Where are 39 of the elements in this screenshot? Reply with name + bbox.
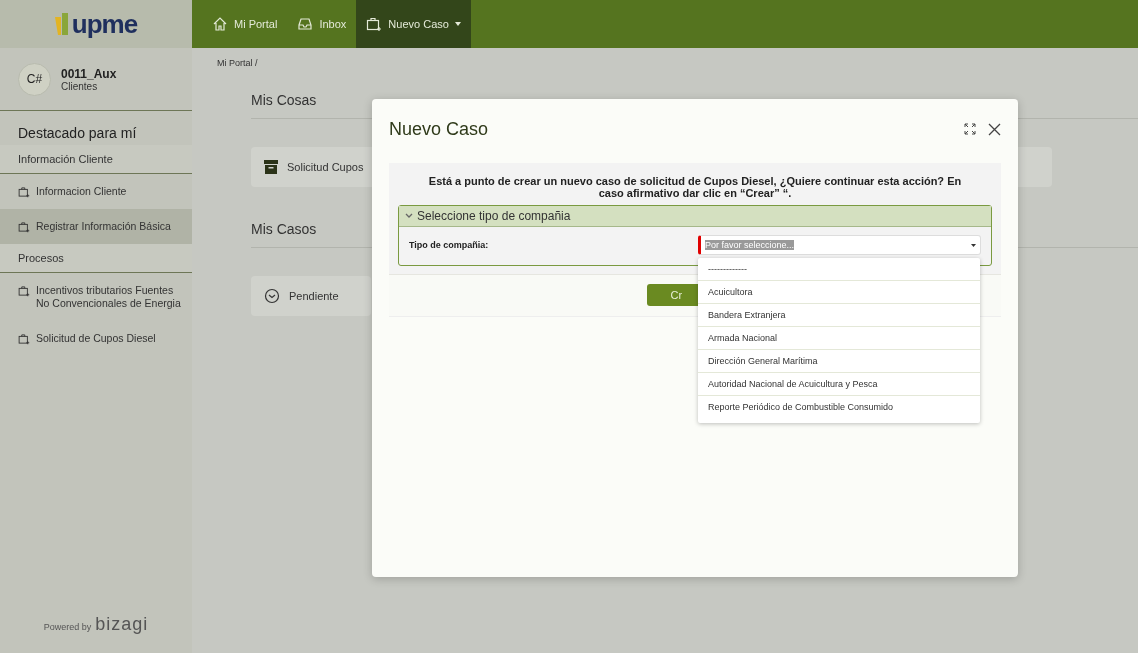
caret-icon	[454, 22, 461, 26]
briefcase-plus-icon	[18, 333, 30, 345]
dropdown-option[interactable]: -------------	[698, 258, 980, 281]
briefcase-plus-icon	[366, 16, 383, 32]
dropdown-option[interactable]: Armada Nacional	[698, 327, 980, 350]
archive-icon	[264, 160, 278, 174]
user-avatar: C#	[18, 62, 51, 96]
dropdown-option[interactable]: Reporte Periódico de Combustible Consumido	[698, 396, 980, 418]
user-role: Clientes	[61, 80, 99, 92]
field-label: Tipo de compañia:	[409, 240, 489, 250]
nav-tab[interactable]: Mi Portal	[202, 0, 288, 48]
inbox-icon	[297, 16, 314, 32]
clock-icon	[264, 288, 280, 304]
sidebar-item[interactable]: Registrar Información Básica	[0, 209, 192, 244]
close-icon[interactable]	[988, 122, 1001, 136]
caret-icon	[971, 243, 976, 247]
dropdown-option[interactable]: Acuicultora	[698, 281, 980, 304]
briefcase-plus-icon	[18, 186, 30, 198]
case-card[interactable]: Pendiente	[251, 276, 371, 316]
section-subtitle: Información Cliente	[0, 145, 192, 174]
section-subtitle: Procesos	[0, 244, 192, 273]
upme-logo: upme	[54, 8, 138, 40]
breadcrumb[interactable]: Mi Portal /	[217, 58, 1138, 68]
user-name: 0011_Aux	[61, 66, 117, 81]
dropdown-option[interactable]: Autoridad Nacional de Acuicultura y Pesca	[698, 373, 980, 396]
expand-icon[interactable]	[964, 122, 976, 136]
nav-tab[interactable]: Inbox	[287, 0, 357, 48]
section-title: Destacado para mí	[17, 124, 138, 143]
dropdown-option[interactable]: Bandera Extranjera	[698, 304, 980, 327]
powered-by-footer: Powered by bizagi	[0, 596, 192, 653]
group-header[interactable]: Seleccione tipo de compañia	[399, 206, 991, 227]
modal-title: Nuevo Caso	[389, 118, 489, 140]
nav-tab[interactable]: Nuevo Caso	[356, 0, 471, 48]
briefcase-plus-icon	[18, 221, 30, 233]
chevron-icon	[405, 213, 413, 219]
confirmation-message: Está a punto de crear un nuevo caso de solicitud de Cupos Diesel, ¿Quiere continuar esta acción? En caso afirmativo dar clic en “Crear” “.	[427, 175, 963, 199]
briefcase-plus-icon	[18, 285, 30, 297]
dropdown-option[interactable]: Dirección General Marítima	[698, 350, 980, 373]
home-icon	[212, 16, 228, 32]
